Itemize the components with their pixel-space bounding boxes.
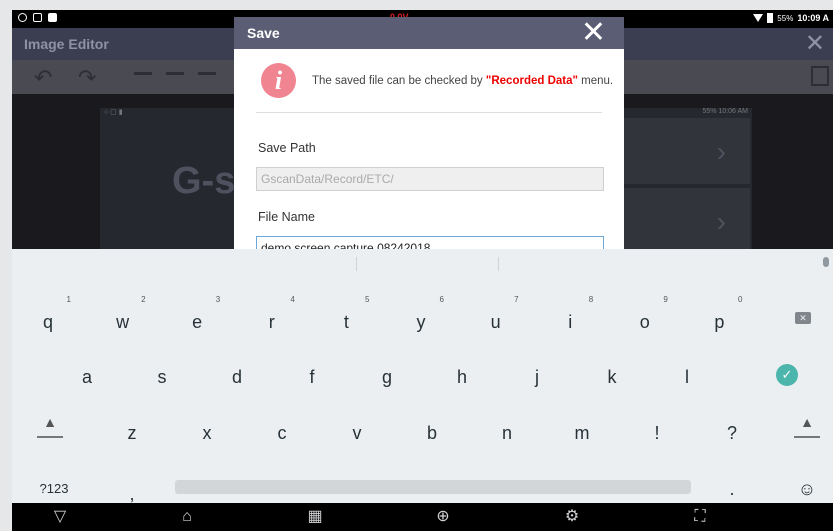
dialog-divider bbox=[256, 112, 602, 113]
key-hint: 9 bbox=[663, 295, 668, 304]
undo-icon: ↶ bbox=[34, 65, 53, 90]
screenshot-icon[interactable]: ⛶ bbox=[688, 509, 712, 525]
soft-keyboard: q1w2e3r4t5y6u7i8o9p0 asdfghjkl z x c v b n m!?… bbox=[12, 249, 833, 504]
info-icon: i bbox=[261, 63, 296, 98]
editor-close-icon: ✕ bbox=[804, 30, 825, 57]
key-h[interactable]: h bbox=[425, 357, 499, 397]
key-v[interactable]: v bbox=[320, 413, 394, 453]
key-hint: 4 bbox=[290, 295, 295, 304]
screenshot-notification-icon bbox=[33, 13, 42, 22]
key-n[interactable]: n bbox=[470, 413, 544, 453]
key-b[interactable]: b bbox=[395, 413, 469, 453]
key-hint: 6 bbox=[439, 295, 444, 304]
dialog-title: Save bbox=[247, 25, 280, 41]
key-hint: 3 bbox=[215, 295, 221, 304]
message-prefix: The saved file can be checked by bbox=[312, 75, 486, 87]
browser-icon[interactable]: ⊕ bbox=[431, 509, 455, 525]
key-g[interactable]: g bbox=[350, 357, 424, 397]
clock: 10:09 A bbox=[797, 13, 829, 23]
line-tool-icon bbox=[134, 72, 152, 75]
key-q[interactable]: q1 bbox=[12, 295, 85, 342]
key-x[interactable]: x bbox=[170, 413, 244, 453]
home-icon[interactable]: ⌂ bbox=[175, 509, 199, 525]
gscan-logo: G-s bbox=[172, 160, 236, 202]
key-hint: 2 bbox=[141, 295, 146, 304]
key-hint: 5 bbox=[364, 295, 370, 304]
preview-menu-row: › bbox=[624, 188, 750, 256]
wifi-icon bbox=[753, 14, 764, 22]
notification-icons bbox=[18, 13, 57, 22]
save-dialog: Save ✕ i The saved file can be checked b… bbox=[234, 17, 624, 260]
save-path-label: Save Path bbox=[258, 141, 316, 155]
device-frame: 0.0V 55% 10:09 A Image Editor ✕ ↶ ↷ bbox=[0, 0, 833, 531]
redo-icon: ↷ bbox=[78, 65, 97, 90]
key-z[interactable]: z bbox=[95, 413, 169, 453]
preview-menu-row: › bbox=[624, 118, 750, 186]
battery-percent: 55% bbox=[777, 13, 794, 23]
key-s[interactable]: s bbox=[125, 357, 199, 397]
space-key[interactable] bbox=[175, 480, 691, 494]
key-m[interactable]: m bbox=[545, 413, 619, 453]
preview-status-time: 55% 10:06 AM bbox=[702, 108, 748, 115]
save-path-field: GscanData/Record/ETC/ bbox=[256, 167, 604, 191]
sync-icon bbox=[18, 13, 27, 22]
sd-card-icon bbox=[48, 13, 57, 22]
recent-apps-icon[interactable]: ▦ bbox=[303, 509, 327, 525]
shift-key-left[interactable]: ▲ bbox=[37, 414, 63, 438]
shift-key-right[interactable]: ▲ bbox=[794, 414, 820, 438]
key-exclamation[interactable]: ! bbox=[620, 413, 694, 453]
key-hint: 8 bbox=[588, 295, 594, 304]
suggestion-strip bbox=[12, 249, 833, 279]
key-i[interactable]: i8 bbox=[533, 295, 607, 342]
battery-icon bbox=[767, 13, 774, 23]
navigation-bar: ▽ ⌂ ▦ ⊕ ⚙ ⛶ bbox=[12, 503, 833, 531]
key-y[interactable]: y6 bbox=[384, 295, 458, 342]
dialog-header: Save ✕ bbox=[234, 17, 624, 49]
key-question[interactable]: ? bbox=[695, 413, 769, 453]
back-icon[interactable]: ▽ bbox=[48, 509, 72, 525]
line-tool-icon bbox=[198, 72, 216, 75]
screen: 0.0V 55% 10:09 A Image Editor ✕ ↶ ↷ bbox=[12, 10, 833, 531]
key-hint: 0 bbox=[737, 295, 743, 304]
settings-icon[interactable]: ⚙ bbox=[560, 509, 584, 525]
backspace-key[interactable]: ✕ bbox=[795, 312, 811, 324]
chevron-right-icon: › bbox=[716, 206, 726, 237]
key-r[interactable]: r4 bbox=[235, 295, 309, 342]
key-a[interactable]: a bbox=[50, 357, 124, 397]
line-tool-icon bbox=[166, 72, 184, 75]
system-status: 55% 10:09 A bbox=[753, 13, 829, 23]
editor-title: Image Editor bbox=[24, 36, 109, 52]
editor-save-icon bbox=[811, 66, 829, 86]
key-k[interactable]: k bbox=[575, 357, 649, 397]
key-j[interactable]: j bbox=[500, 357, 574, 397]
message-highlight: "Recorded Data" bbox=[485, 75, 578, 87]
suggestion-divider bbox=[356, 257, 357, 271]
key-hint: 1 bbox=[66, 295, 71, 304]
key-hint: 7 bbox=[514, 295, 519, 304]
dialog-message: The saved file can be checked by "Record… bbox=[312, 75, 613, 87]
key-l[interactable]: l bbox=[650, 357, 724, 397]
key-o[interactable]: o9 bbox=[608, 295, 682, 342]
dialog-close-icon[interactable]: ✕ bbox=[581, 18, 606, 48]
key-e[interactable]: e3 bbox=[160, 295, 234, 342]
key-t[interactable]: t5 bbox=[309, 295, 383, 342]
suggestion-divider bbox=[498, 257, 499, 271]
preview-status-icons: ○ ▢ ▮ bbox=[104, 109, 123, 116]
file-name-label: File Name bbox=[258, 210, 315, 224]
key-w[interactable]: w2 bbox=[86, 295, 160, 342]
microphone-icon[interactable] bbox=[823, 257, 829, 267]
enter-key[interactable]: ✓ bbox=[776, 364, 798, 386]
key-c[interactable]: c bbox=[245, 413, 319, 453]
key-d[interactable]: d bbox=[200, 357, 274, 397]
key-p[interactable]: p0 bbox=[682, 295, 756, 342]
chevron-right-icon: › bbox=[716, 136, 726, 167]
key-f[interactable]: f bbox=[275, 357, 349, 397]
key-u[interactable]: u7 bbox=[459, 295, 533, 342]
message-suffix: menu. bbox=[577, 75, 614, 87]
